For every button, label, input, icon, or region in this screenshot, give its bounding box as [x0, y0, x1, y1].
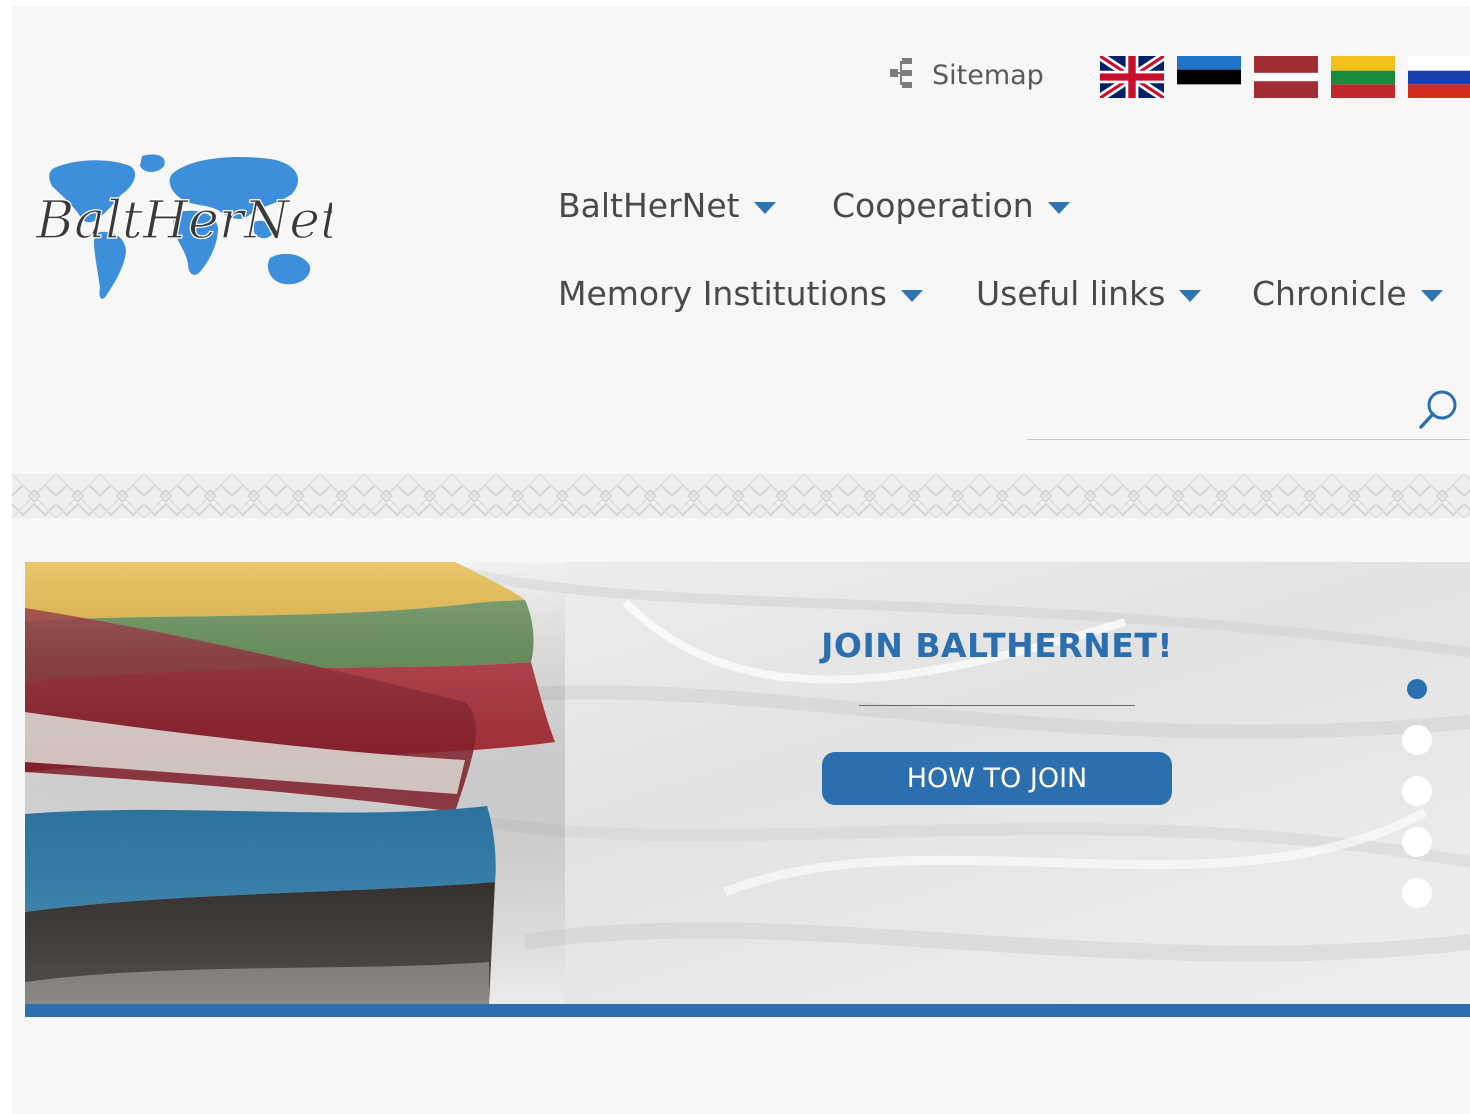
slider-dot[interactable]: [1402, 674, 1432, 704]
slider-dot[interactable]: [1402, 827, 1432, 857]
nav-item-label: Memory Institutions: [558, 274, 887, 313]
nav-item-useful-links[interactable]: Useful links: [976, 274, 1202, 313]
nav-item-label: Cooperation: [832, 186, 1034, 225]
nav-item-label: Chronicle: [1252, 274, 1407, 313]
language-lt[interactable]: [1331, 56, 1395, 98]
chevron-down-icon: [753, 201, 776, 214]
chevron-down-icon: [1179, 289, 1202, 302]
language-lv[interactable]: [1254, 56, 1318, 98]
language-switcher: [1100, 56, 1470, 98]
nav-item-memory-institutions[interactable]: Memory Institutions: [558, 274, 923, 313]
estonia-flag-icon: [1177, 56, 1241, 98]
chevron-down-icon: [1047, 201, 1070, 214]
logo-text: BaltHerNet: [35, 191, 332, 251]
chevron-down-icon: [900, 289, 923, 302]
hero-title: JOIN BALTHERNET!: [821, 626, 1173, 665]
search-input[interactable]: [1027, 382, 1407, 438]
nav-item-label: BaltHerNet: [558, 186, 740, 225]
language-et[interactable]: [1177, 56, 1241, 98]
slider-dots: [1402, 674, 1432, 908]
sitemap-label: Sitemap: [932, 59, 1044, 91]
sitemap-icon: [890, 58, 912, 88]
how-to-join-button[interactable]: HOW TO JOIN: [822, 752, 1172, 805]
slider-dot[interactable]: [1402, 725, 1432, 755]
hero-divider: [859, 705, 1135, 706]
nav-item-label: Useful links: [976, 274, 1166, 313]
nav-item-cooperation[interactable]: Cooperation: [832, 186, 1070, 225]
nav-item-balthernet[interactable]: BaltHerNet: [558, 186, 776, 225]
uk-flag-icon: [1100, 56, 1164, 98]
ornament-band: [12, 474, 1470, 518]
page: Sitemap BaltHerNet BaltHerNet Cooperatio…: [12, 6, 1470, 1114]
sitemap-link[interactable]: Sitemap: [890, 58, 1044, 92]
slider-dot[interactable]: [1402, 878, 1432, 908]
language-ru[interactable]: [1408, 56, 1470, 98]
hero-bottom-bar: [25, 1004, 1470, 1017]
world-map-icon: BaltHerNet: [34, 154, 342, 299]
language-en[interactable]: [1100, 56, 1164, 98]
nav-item-chronicle[interactable]: Chronicle: [1252, 274, 1443, 313]
hero-slider: [25, 562, 1470, 1004]
russia-flag-icon: [1408, 56, 1470, 98]
flags-image: [25, 562, 1470, 1004]
lithuania-flag-icon: [1331, 56, 1395, 98]
search-icon[interactable]: [1415, 386, 1461, 432]
slider-dot[interactable]: [1402, 776, 1432, 806]
latvia-flag-icon: [1254, 56, 1318, 98]
chevron-down-icon: [1420, 289, 1443, 302]
search-bar: [1027, 382, 1469, 440]
site-logo[interactable]: BaltHerNet: [22, 146, 342, 316]
